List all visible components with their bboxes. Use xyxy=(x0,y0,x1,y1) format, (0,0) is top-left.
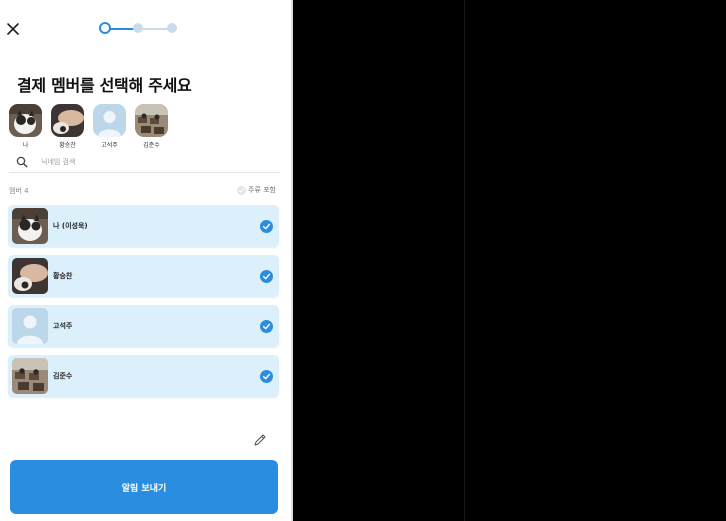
cat-photo xyxy=(12,208,48,244)
check-icon[interactable] xyxy=(260,370,273,383)
avatar-label: 나 xyxy=(22,142,29,149)
avatar-label: 김준수 xyxy=(143,142,160,149)
member-select-panel: 결제 멤버를 선택해 주세요 나 황승찬 고석주 김준수 닉네임 검색 멤버 4… xyxy=(0,0,293,521)
edit-button[interactable] xyxy=(252,432,268,448)
hand-photo xyxy=(51,104,84,137)
progress-stepper xyxy=(99,22,179,35)
search-input[interactable] xyxy=(41,158,241,166)
check-icon[interactable] xyxy=(260,270,273,283)
member-name: 김준수 xyxy=(53,372,73,380)
member-row[interactable]: 나 (이성욱) xyxy=(8,205,279,247)
member-name: 나 (이성욱) xyxy=(53,222,88,230)
member-name: 고석주 xyxy=(53,322,73,330)
check-icon[interactable] xyxy=(260,220,273,233)
cat-photo xyxy=(9,104,42,137)
background-divider xyxy=(464,0,465,521)
avatar-item[interactable]: 황승찬 xyxy=(51,104,84,149)
include-alcohol-label: 주류 포함 xyxy=(248,186,276,194)
classroom-photo xyxy=(12,358,48,394)
check-icon[interactable] xyxy=(260,320,273,333)
member-row[interactable]: 김준수 xyxy=(8,355,279,397)
avatar-item[interactable]: 김준수 xyxy=(135,104,168,149)
check-circle-icon xyxy=(237,185,246,195)
search-bar xyxy=(9,152,280,173)
selected-avatars: 나 황승찬 고석주 김준수 xyxy=(9,104,168,149)
avatar-label: 황승찬 xyxy=(59,142,76,149)
search-icon xyxy=(14,154,30,170)
member-row[interactable]: 고석주 xyxy=(8,305,279,347)
hand-photo xyxy=(12,258,48,294)
pencil-icon xyxy=(254,434,266,446)
close-button[interactable] xyxy=(3,19,23,39)
include-alcohol-toggle[interactable]: 주류 포함 xyxy=(237,185,276,195)
avatar-label: 고석주 xyxy=(101,142,118,149)
member-name: 황승찬 xyxy=(53,272,73,280)
send-notification-button[interactable]: 알림 보내기 xyxy=(10,460,278,514)
member-list: 나 (이성욱) 황승찬 고석주 김준수 xyxy=(8,205,279,405)
member-row[interactable]: 황승찬 xyxy=(8,255,279,297)
default-person-icon xyxy=(93,104,126,137)
step-1-dot xyxy=(99,22,111,34)
default-person-icon xyxy=(12,308,48,344)
close-icon xyxy=(7,23,19,35)
avatar-item[interactable]: 나 xyxy=(9,104,42,149)
step-2-dot xyxy=(133,23,143,33)
classroom-photo xyxy=(135,104,168,137)
panel-edge xyxy=(291,0,293,521)
page-title: 결제 멤버를 선택해 주세요 xyxy=(17,76,192,95)
member-count: 멤버 4 xyxy=(9,187,29,195)
avatar-item[interactable]: 고석주 xyxy=(93,104,126,149)
step-3-dot xyxy=(167,23,177,33)
